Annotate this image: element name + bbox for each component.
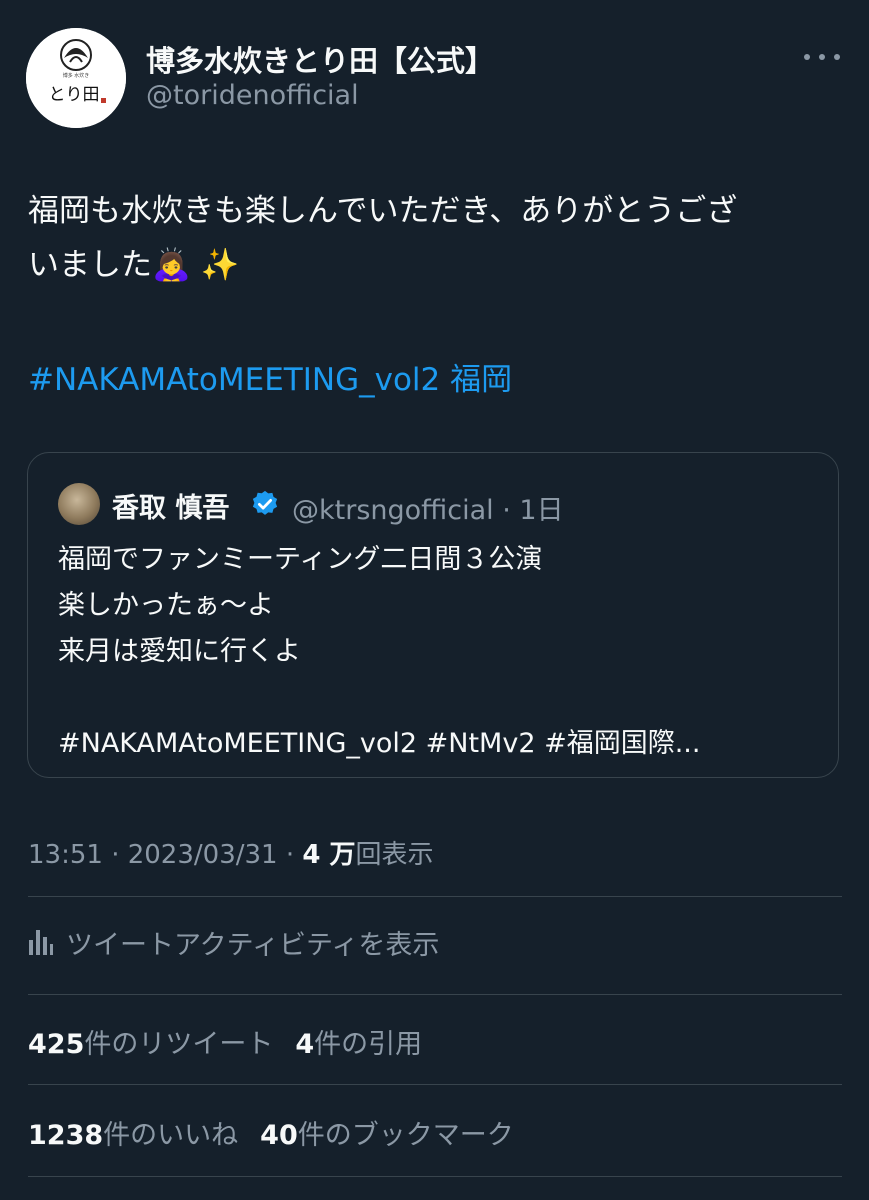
quotes-link[interactable]: 4件の引用 [295,1029,422,1060]
divider [28,994,842,995]
more-dot [804,54,810,60]
quoted-avatar [58,483,100,525]
divider [28,1176,842,1177]
svg-text:とり田: とり田 [49,85,100,105]
hashtag-link[interactable]: #NAKAMAtoMEETING_vol2 [28,362,440,398]
stats-row-retweets: 425件のリツイート 4件の引用 [28,1022,422,1061]
quoted-line: 福岡でファンミーティング二日間３公演 [58,544,543,575]
tweet-line: いました🙇‍♀️ ✨ [28,247,240,283]
quoted-tweet-card[interactable]: 香取 慎吾 @ktrsngofficial · 1日 福岡でファンミーティング二… [27,452,839,778]
quoted-text: 福岡でファンミーティング二日間３公演 楽しかったぁ〜よ 来月は愛知に行くよ #N… [58,537,818,767]
quoted-handle-time: @ktrsngofficial · 1日 [292,495,564,526]
divider [28,1084,842,1085]
tweet-timestamp[interactable]: 13:51 · 2023/03/31 · [28,840,302,870]
tweet-detail: 博多 水炊き とり田 博多水炊きとり田【公式】 @toridenofficial… [0,0,869,1200]
more-dot [819,54,825,60]
likes-label: 件のいいね [103,1120,239,1151]
toriden-logo: 博多 水炊き とり田 [26,28,126,128]
author-avatar[interactable]: 博多 水炊き とり田 [26,28,126,128]
bar-chart-icon [29,930,53,955]
more-dot [834,54,840,60]
author-display-name[interactable]: 博多水炊きとり田【公式】 [146,38,494,80]
likes-count: 1238 [28,1120,104,1151]
author-handle[interactable]: @toridenofficial [146,80,359,111]
retweets-count: 425 [28,1029,85,1060]
tweet-text: 福岡も水炊きも楽しんでいただき、ありがとうござ いました🙇‍♀️ ✨ [28,184,848,292]
bookmarks-label: 件のブックマーク [297,1120,514,1151]
quoted-line: #NAKAMAtoMEETING_vol2 #NtMv2 #福岡国際... [58,728,701,759]
tweet-meta: 13:51 · 2023/03/31 · 4 万回表示 [28,834,434,871]
retweets-link[interactable]: 425件のリツイート [28,1029,273,1060]
more-icon[interactable] [804,42,840,72]
bookmarks-link[interactable]: 40件のブックマーク [260,1120,514,1151]
bookmarks-count: 40 [260,1120,298,1151]
quotes-label: 件の引用 [314,1029,423,1060]
hashtag-suffix[interactable]: 福岡 [440,362,512,398]
tweet-activity-button[interactable]: ツイートアクティビティを表示 [28,922,439,962]
quoted-display-name: 香取 慎吾 [112,493,230,524]
views-count: 4 万 [302,840,356,870]
tweet-line: 福岡も水炊きも楽しんでいただき、ありがとうござ [28,193,738,229]
activity-label: ツイートアクティビティを表示 [66,929,440,961]
divider [28,896,842,897]
svg-text:博多 水炊き: 博多 水炊き [63,72,90,79]
views-label: 回表示 [355,840,434,870]
likes-link[interactable]: 1238件のいいね [28,1120,238,1151]
tweet-hashtag-line: #NAKAMAtoMEETING_vol2 福岡 [28,354,512,399]
quoted-line: 楽しかったぁ〜よ [58,590,274,621]
stats-row-likes: 1238件のいいね 40件のブックマーク [28,1113,514,1152]
verified-badge-icon [252,490,278,515]
quoted-line: 来月は愛知に行くよ [58,636,301,667]
retweets-label: 件のリツイート [84,1029,274,1060]
quotes-count: 4 [295,1029,315,1060]
quoted-line [58,675,818,721]
